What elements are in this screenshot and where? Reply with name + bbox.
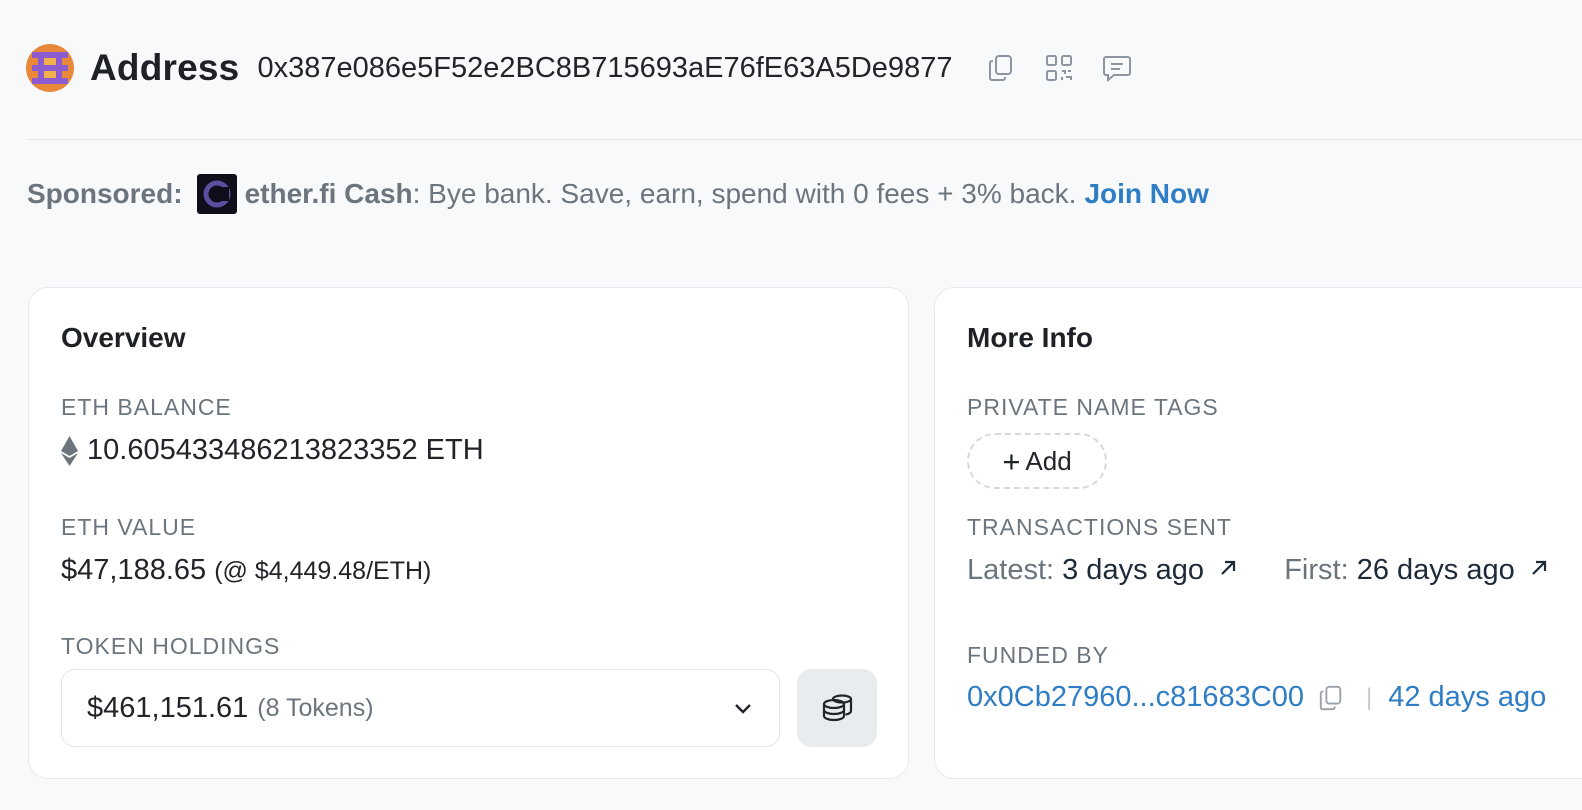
etherfi-logo-icon — [196, 174, 237, 214]
overview-card: Overview ETH BALANCE 10.6054334862138233… — [28, 287, 909, 779]
chevron-down-icon — [735, 704, 751, 714]
arrow-up-right-icon[interactable] — [1218, 558, 1238, 578]
coins-icon — [822, 694, 853, 722]
plus-icon: + — [1002, 443, 1021, 479]
page-header: Address 0x387e086e5F52e2BC8B715693aE76fE… — [26, 42, 1132, 94]
sponsored-banner: Sponsored: ether.fi Cash : Bye bank. Sav… — [27, 172, 1209, 216]
page-title: Address — [90, 47, 240, 88]
sponsored-text: : Bye bank. Save, earn, spend with 0 fee… — [412, 178, 1077, 209]
token-coins-button[interactable] — [797, 669, 877, 747]
overview-title: Overview — [61, 322, 186, 353]
token-count: (8 Tokens) — [257, 693, 374, 722]
separator: | — [1365, 683, 1373, 711]
eth-value-amount: $47,188.65 — [61, 554, 207, 586]
token-holdings-value: $461,151.61 — [87, 691, 249, 724]
header-divider — [26, 139, 1582, 140]
comment-icon[interactable] — [1102, 53, 1132, 83]
eth-value: $47,188.65 (@ $4,449.48/ETH) — [61, 554, 431, 587]
add-label: Add — [1025, 445, 1072, 476]
more-info-card: More Info PRIVATE NAME TAGS + Add TRANSA… — [934, 287, 1582, 779]
funded-by-label: FUNDED BY — [967, 642, 1109, 668]
private-name-tags-label: PRIVATE NAME TAGS — [967, 394, 1219, 420]
funded-by-row: 0x0Cb27960...c81683C00 | 42 days ago — [967, 681, 1546, 714]
address-hash: 0x387e086e5F52e2BC8B715693aE76fE63A5De98… — [257, 51, 953, 84]
funded-by-address-link[interactable]: 0x0Cb27960...c81683C00 — [967, 681, 1304, 714]
eth-price: (@ $4,449.48/ETH) — [214, 557, 432, 585]
join-now-link[interactable]: Join Now — [1084, 178, 1208, 210]
funded-by-age-link[interactable]: 42 days ago — [1388, 681, 1546, 714]
first-tx-link[interactable]: 26 days ago — [1357, 554, 1515, 586]
copy-icon[interactable] — [986, 53, 1016, 83]
token-holdings-label: TOKEN HOLDINGS — [61, 633, 281, 659]
eth-balance: 10.605433486213823352 ETH — [61, 434, 484, 467]
eth-balance-value: 10.605433486213823352 ETH — [87, 434, 484, 466]
more-info-title: More Info — [967, 322, 1093, 353]
copy-icon[interactable] — [1318, 685, 1344, 711]
ethereum-icon — [61, 435, 78, 466]
sponsored-label: Sponsored: — [27, 178, 183, 209]
eth-balance-label: ETH BALANCE — [61, 394, 232, 420]
address-avatar — [26, 44, 74, 92]
latest-tx-link[interactable]: 3 days ago — [1062, 554, 1204, 586]
add-name-tag-button[interactable]: + Add — [967, 433, 1107, 489]
sponsored-brand: ether.fi Cash — [244, 178, 413, 209]
transactions-sent-label: TRANSACTIONS SENT — [967, 514, 1232, 540]
eth-value-label: ETH VALUE — [61, 514, 197, 540]
first-label: First: — [1284, 554, 1349, 586]
qr-code-icon[interactable] — [1044, 53, 1074, 83]
transactions-sent-row: Latest: 3 days ago First: 26 days ago — [967, 554, 1549, 587]
token-holdings-dropdown[interactable]: $461,151.61 (8 Tokens) — [61, 669, 780, 747]
arrow-up-right-icon[interactable] — [1529, 558, 1549, 578]
latest-label: Latest: — [967, 554, 1055, 586]
